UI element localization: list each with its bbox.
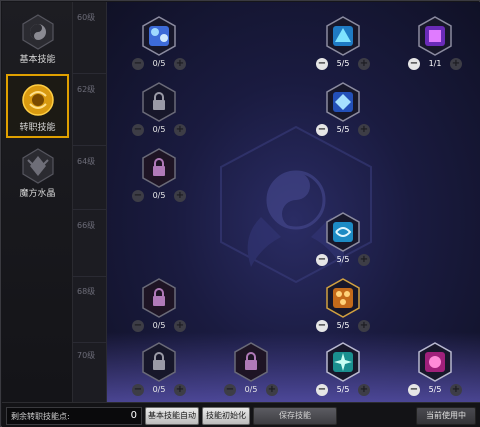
skill-node[interactable]: − 5/5 +: [313, 278, 373, 340]
skill-node[interactable]: − 5/5 +: [313, 342, 373, 402]
skill-controls: − 5/5 +: [405, 384, 465, 398]
divider: [73, 73, 107, 74]
yin-yang-emblem-icon: [21, 14, 54, 50]
tab-advancement-skills[interactable]: 转职技能: [6, 74, 69, 138]
plus-button[interactable]: +: [358, 124, 370, 136]
tab-cube-crystal[interactable]: 魔方水晶: [6, 142, 69, 206]
lock-icon[interactable]: [141, 342, 177, 382]
save-skills-button[interactable]: 保存技能: [253, 407, 337, 425]
skill-blue-spiral-icon[interactable]: [325, 212, 361, 252]
plus-button[interactable]: +: [174, 320, 186, 332]
plus-button[interactable]: +: [358, 384, 370, 396]
skill-controls: − 5/5 +: [313, 58, 373, 72]
plus-button[interactable]: +: [174, 190, 186, 202]
sidebar: 基本技能 转职技能 魔方水晶: [2, 2, 73, 402]
tab-label: 基本技能: [19, 55, 56, 65]
level-label: 64级: [77, 157, 96, 166]
plus-button[interactable]: +: [358, 320, 370, 332]
in-use-button[interactable]: 当前使用中: [416, 407, 476, 425]
remaining-points-value: 0: [130, 410, 137, 421]
skill-controls: − 0/5 +: [129, 58, 189, 72]
skill-node[interactable]: − 1/1 +: [405, 16, 465, 78]
divider: [73, 276, 107, 277]
lock-icon[interactable]: [233, 342, 269, 382]
skill-controls: − 0/5 +: [129, 190, 189, 204]
gold-emblem-icon: [21, 84, 54, 116]
divider: [73, 145, 107, 146]
plus-button[interactable]: +: [266, 384, 278, 396]
remaining-points-label: 剩余转职技能点:: [11, 412, 70, 421]
skill-controls: − 5/5 +: [313, 124, 373, 138]
plus-button[interactable]: +: [174, 58, 186, 70]
skill-controls: − 5/5 +: [313, 254, 373, 268]
level-label: 70级: [77, 351, 96, 360]
skill-controls: − 5/5 +: [313, 384, 373, 398]
plus-button[interactable]: +: [450, 384, 462, 396]
auto-basic-skills-button[interactable]: 基本技能自动: [145, 407, 199, 425]
skill-node[interactable]: − 0/5 +: [129, 342, 189, 402]
divider: [73, 209, 107, 210]
skill-controls: − 5/5 +: [313, 320, 373, 334]
tab-label: 转职技能: [19, 123, 56, 133]
skill-blue-shards-icon[interactable]: [325, 16, 361, 56]
level-label: 66级: [77, 221, 96, 230]
skill-node[interactable]: − 0/5 +: [129, 16, 189, 78]
plus-button[interactable]: +: [358, 58, 370, 70]
skill-controls: − 0/5 +: [129, 320, 189, 334]
skill-pink-burst-icon[interactable]: [417, 342, 453, 382]
lock-icon[interactable]: [141, 278, 177, 318]
skill-node[interactable]: − 0/5 +: [129, 148, 189, 210]
skill-purple-box-icon[interactable]: [417, 16, 453, 56]
plus-button[interactable]: +: [358, 254, 370, 266]
level-column: 60级 62级 64级 66级 68级 70级: [73, 2, 107, 402]
reset-skills-button[interactable]: 技能初始化: [202, 407, 250, 425]
plus-button[interactable]: +: [174, 384, 186, 396]
skill-node[interactable]: − 5/5 +: [313, 82, 373, 144]
level-label: 62级: [77, 85, 96, 94]
skill-tree: − 0/5 + − 5/5 + − 1/1 + − 0/5 + − 5/5 + …: [107, 2, 480, 402]
skill-orange-orbs-icon[interactable]: [325, 278, 361, 318]
remaining-points-box: 剩余转职技能点: 0: [6, 407, 142, 425]
level-label: 60级: [77, 13, 96, 22]
bottom-bar: 剩余转职技能点: 0 基本技能自动 技能初始化 保存技能 当前使用中: [2, 402, 480, 427]
skill-node[interactable]: − 0/5 +: [129, 278, 189, 340]
plus-button[interactable]: +: [450, 58, 462, 70]
skill-blue-orbs-icon[interactable]: [141, 16, 177, 56]
skill-node[interactable]: − 5/5 +: [313, 16, 373, 78]
skill-controls: − 0/5 +: [129, 384, 189, 398]
skill-node[interactable]: − 5/5 +: [313, 212, 373, 274]
skill-blue-crystal-icon[interactable]: [325, 82, 361, 122]
tab-basic-skills[interactable]: 基本技能: [6, 8, 69, 72]
skill-node[interactable]: − 0/5 +: [221, 342, 281, 402]
skill-controls: − 0/5 +: [221, 384, 281, 398]
level-label: 68级: [77, 287, 96, 296]
plus-button[interactable]: +: [174, 124, 186, 136]
skill-controls: − 0/5 +: [129, 124, 189, 138]
skill-node[interactable]: − 0/5 +: [129, 82, 189, 144]
lock-icon[interactable]: [141, 82, 177, 122]
skill-controls: − 1/1 +: [405, 58, 465, 72]
crystal-emblem-icon: [21, 148, 54, 184]
divider: [73, 342, 107, 343]
skill-cyan-star-icon[interactable]: [325, 342, 361, 382]
lock-icon[interactable]: [141, 148, 177, 188]
skill-window: 基本技能 转职技能 魔方水晶 60级 62级 64级 66级 68级 70级 −…: [0, 0, 480, 427]
skill-node[interactable]: − 5/5 +: [405, 342, 465, 402]
tab-label: 魔方水晶: [19, 189, 56, 199]
